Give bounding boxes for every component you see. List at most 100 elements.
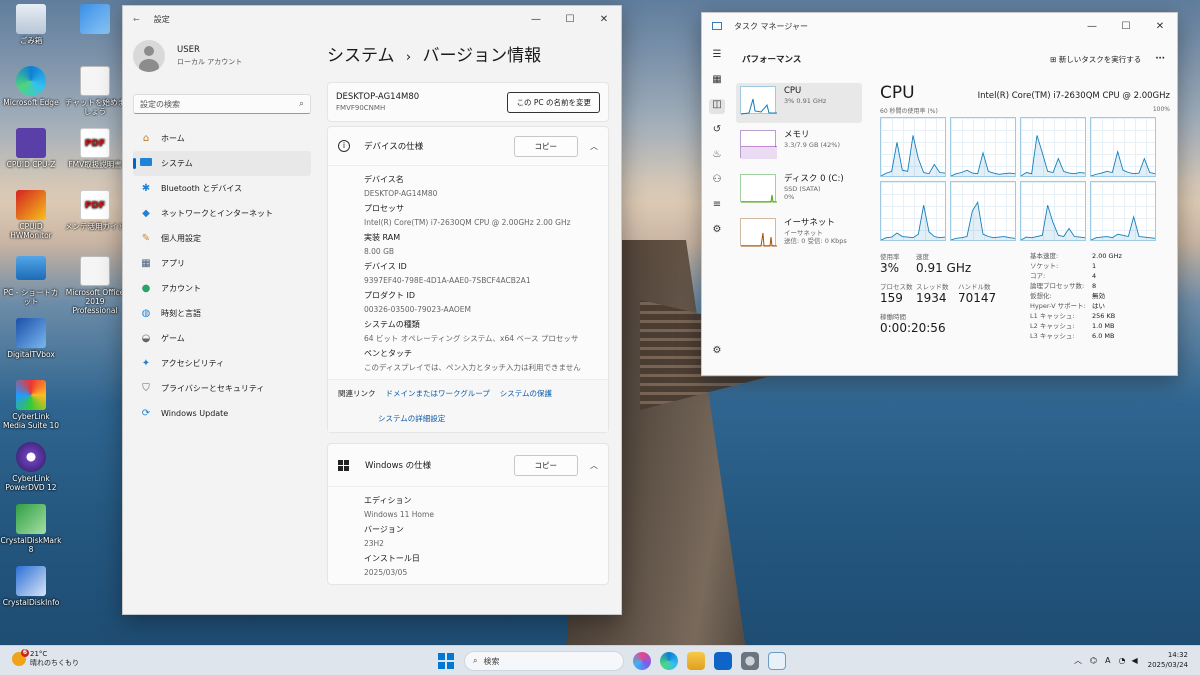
update-icon: ⟳ [141, 407, 151, 419]
task-manager-window: タスク マネージャー — ☐ ✕ ☰ ▦ ◫ ↺ ♨ ⚇ ≡ ⚙ ⚙ パフォーマンス… [701, 12, 1178, 376]
services-icon[interactable]: ⚙ [713, 224, 722, 239]
desktop-icon-pc[interactable]: PC - ショートカット [0, 256, 62, 306]
pc-name: DESKTOP-AG14M80 [336, 92, 420, 102]
edge-icon[interactable] [660, 652, 678, 670]
sidebar-item-privacy[interactable]: ⛉ プライバシーとセキュリティ [133, 376, 311, 401]
device-specs-header[interactable]: i デバイスの仕様 コピー ︿ [328, 127, 608, 165]
desktop-icon-fmv-manual[interactable]: PDF FMV取扱説明書 [64, 128, 126, 169]
desktop-icon-guide[interactable]: PDF メンテ活用ガイド [64, 190, 126, 231]
settings-app-icon[interactable] [741, 652, 759, 670]
link-advanced-system-settings[interactable]: システムの詳細設定 [378, 414, 445, 423]
run-new-task-button[interactable]: ⊞ 新しいタスクを実行する [1050, 54, 1141, 65]
settings-search-input[interactable]: 設定の検索 ⌕ [133, 94, 311, 114]
volume-icon[interactable]: ◀ [1131, 656, 1137, 665]
minimize-button[interactable]: — [1075, 21, 1109, 32]
chevron-up-icon[interactable]: ︿ [590, 460, 598, 471]
maximize-button[interactable]: ☐ [553, 14, 587, 25]
desktop-icon-cpuz[interactable]: CPUID CPU-Z [0, 128, 62, 169]
desktop-icon-hwmonitor[interactable]: CPUID HWMonitor [0, 190, 62, 240]
performance-icon[interactable]: ◫ [709, 99, 725, 114]
maximize-button[interactable]: ☐ [1109, 21, 1143, 32]
cpu-core-graph [880, 117, 946, 177]
users-icon[interactable]: ⚇ [713, 174, 722, 189]
task-manager-icon [712, 22, 722, 30]
chevron-up-icon[interactable]: ︿ [590, 141, 598, 152]
back-icon[interactable]: ← [133, 15, 140, 24]
avatar [133, 40, 165, 72]
task-manager-title: タスク マネージャー [734, 21, 808, 31]
desktop-icon-cyberlink-media[interactable]: CyberLink Media Suite 10 [0, 380, 62, 430]
details-icon[interactable]: ≡ [713, 199, 721, 214]
startup-icon[interactable]: ♨ [713, 149, 722, 164]
clock[interactable]: 14:32 2025/03/24 [1148, 650, 1188, 670]
cpu-details-list: 基本速度: 2.00 GHz ソケット: 1 コア: 4 論理プロセッサ数: 8 仮想化… [1030, 252, 1122, 340]
task-manager-titlebar[interactable]: タスク マネージャー — ☐ ✕ [702, 13, 1177, 39]
system-tray: ︿ ⌬ A ◔ ◀ 14:32 2025/03/24 [1074, 650, 1188, 670]
hwmonitor-icon [16, 190, 46, 220]
perf-item-ethernet[interactable]: イーサネット イーサネット 送信: 0 受信: 0 Kbps [736, 215, 862, 255]
cyberlink-icon [16, 380, 46, 410]
desktop-icon-powerdvd[interactable]: CyberLink PowerDVD 12 [0, 442, 62, 492]
weather-widget[interactable]: 6 21°C 晴れのちくもり [12, 649, 79, 668]
task-manager-app-icon[interactable] [768, 652, 786, 670]
desktop-icon-office[interactable]: Microsoft Office 2019 Professional [64, 256, 126, 315]
sidebar-item-system[interactable]: システム [133, 151, 311, 176]
sidebar-item-windows-update[interactable]: ⟳ Windows Update [133, 401, 311, 426]
desktop-icon-app[interactable] [64, 4, 126, 36]
perf-item-cpu[interactable]: CPU 3% 0.91 GHz [736, 83, 862, 123]
sidebar-item-home[interactable]: ⌂ ホーム [133, 126, 311, 151]
rename-pc-button[interactable]: この PC の名前を変更 [507, 91, 600, 113]
copy-windows-specs-button[interactable]: コピー [513, 454, 578, 476]
settings-titlebar[interactable]: ← 設定 — ☐ ✕ [123, 6, 621, 32]
desktop-icon-edge[interactable]: Microsoft Edge [0, 66, 62, 107]
close-button[interactable]: ✕ [587, 14, 621, 25]
weather-temp: 21°C [30, 650, 48, 658]
perf-item-memory[interactable]: メモリ 3.3/7.9 GB (42%) [736, 127, 862, 167]
sidebar-item-accounts[interactable]: ● アカウント [133, 276, 311, 301]
sidebar-item-apps[interactable]: ▦ アプリ [133, 251, 311, 276]
taskbar: 6 21°C 晴れのちくもり ⌕ 検索 ︿ ⌬ A ◔ ◀ 14:32 2025/03… [0, 645, 1200, 675]
history-icon[interactable]: ↺ [713, 124, 721, 139]
breadcrumb-parent[interactable]: システム [327, 46, 395, 66]
ime-indicator[interactable]: A [1105, 656, 1110, 665]
desktop-icon-digitaltv[interactable]: DigitalTVbox [0, 318, 62, 359]
processes-icon[interactable]: ▦ [712, 74, 721, 89]
info-icon: i [338, 140, 350, 152]
task-manager-header: パフォーマンス ⊞ 新しいタスクを実行する ··· [732, 39, 1177, 79]
copy-device-specs-button[interactable]: コピー [513, 135, 578, 157]
desktop-icon-crystaldiskinfo[interactable]: CrystalDiskInfo [0, 566, 62, 607]
file-explorer-icon[interactable] [687, 652, 705, 670]
outlook-icon[interactable] [714, 652, 732, 670]
user-name: USER [177, 45, 200, 55]
close-button[interactable]: ✕ [1143, 21, 1177, 32]
sidebar-item-personalization[interactable]: ✎ 個人用設定 [133, 226, 311, 251]
user-profile[interactable]: USER ローカル アカウント [133, 36, 311, 76]
perf-item-disk[interactable]: ディスク 0 (C:) SSD (SATA) 0% [736, 171, 862, 211]
taskbar-search[interactable]: ⌕ 検索 [464, 651, 624, 671]
desktop-icon-recycle-bin[interactable]: ごみ箱 [0, 4, 62, 45]
memory-sparkline [740, 130, 777, 159]
chevron-up-icon[interactable]: ︿ [1074, 655, 1082, 666]
windows-specs-header[interactable]: Windows の仕様 コピー ︿ [328, 444, 608, 486]
more-options-button[interactable]: ··· [1155, 54, 1165, 64]
copilot-icon[interactable] [633, 652, 651, 670]
cpu-core-graph [880, 181, 946, 241]
sidebar-item-accessibility[interactable]: ✦ アクセシビリティ [133, 351, 311, 376]
minimize-button[interactable]: — [519, 14, 553, 25]
sidebar-item-gaming[interactable]: ◒ ゲーム [133, 326, 311, 351]
network-icon[interactable]: ⌬ [1090, 656, 1097, 665]
edge-icon [16, 66, 46, 96]
link-domain-workgroup[interactable]: ドメインまたはワークグループ [386, 389, 490, 398]
sidebar-item-bluetooth[interactable]: ✱ Bluetooth とデバイス [133, 176, 311, 201]
start-button[interactable] [438, 653, 454, 669]
hamburger-icon[interactable]: ☰ [713, 49, 722, 64]
desktop-icon-chat[interactable]: チャットを始めましょう [64, 66, 126, 116]
sidebar-item-time-language[interactable]: ◍ 時刻と言語 [133, 301, 311, 326]
globe-icon: ◍ [141, 307, 151, 319]
breadcrumb-separator: › [405, 50, 412, 65]
desktop-icon-crystaldiskmark[interactable]: CrystalDiskMark 8 [0, 504, 62, 554]
wifi-icon[interactable]: ◔ [1119, 656, 1126, 665]
settings-gear-icon[interactable]: ⚙ [713, 345, 722, 360]
sidebar-item-network[interactable]: ◆ ネットワークとインターネット [133, 201, 311, 226]
link-system-protection[interactable]: システムの保護 [500, 389, 552, 398]
